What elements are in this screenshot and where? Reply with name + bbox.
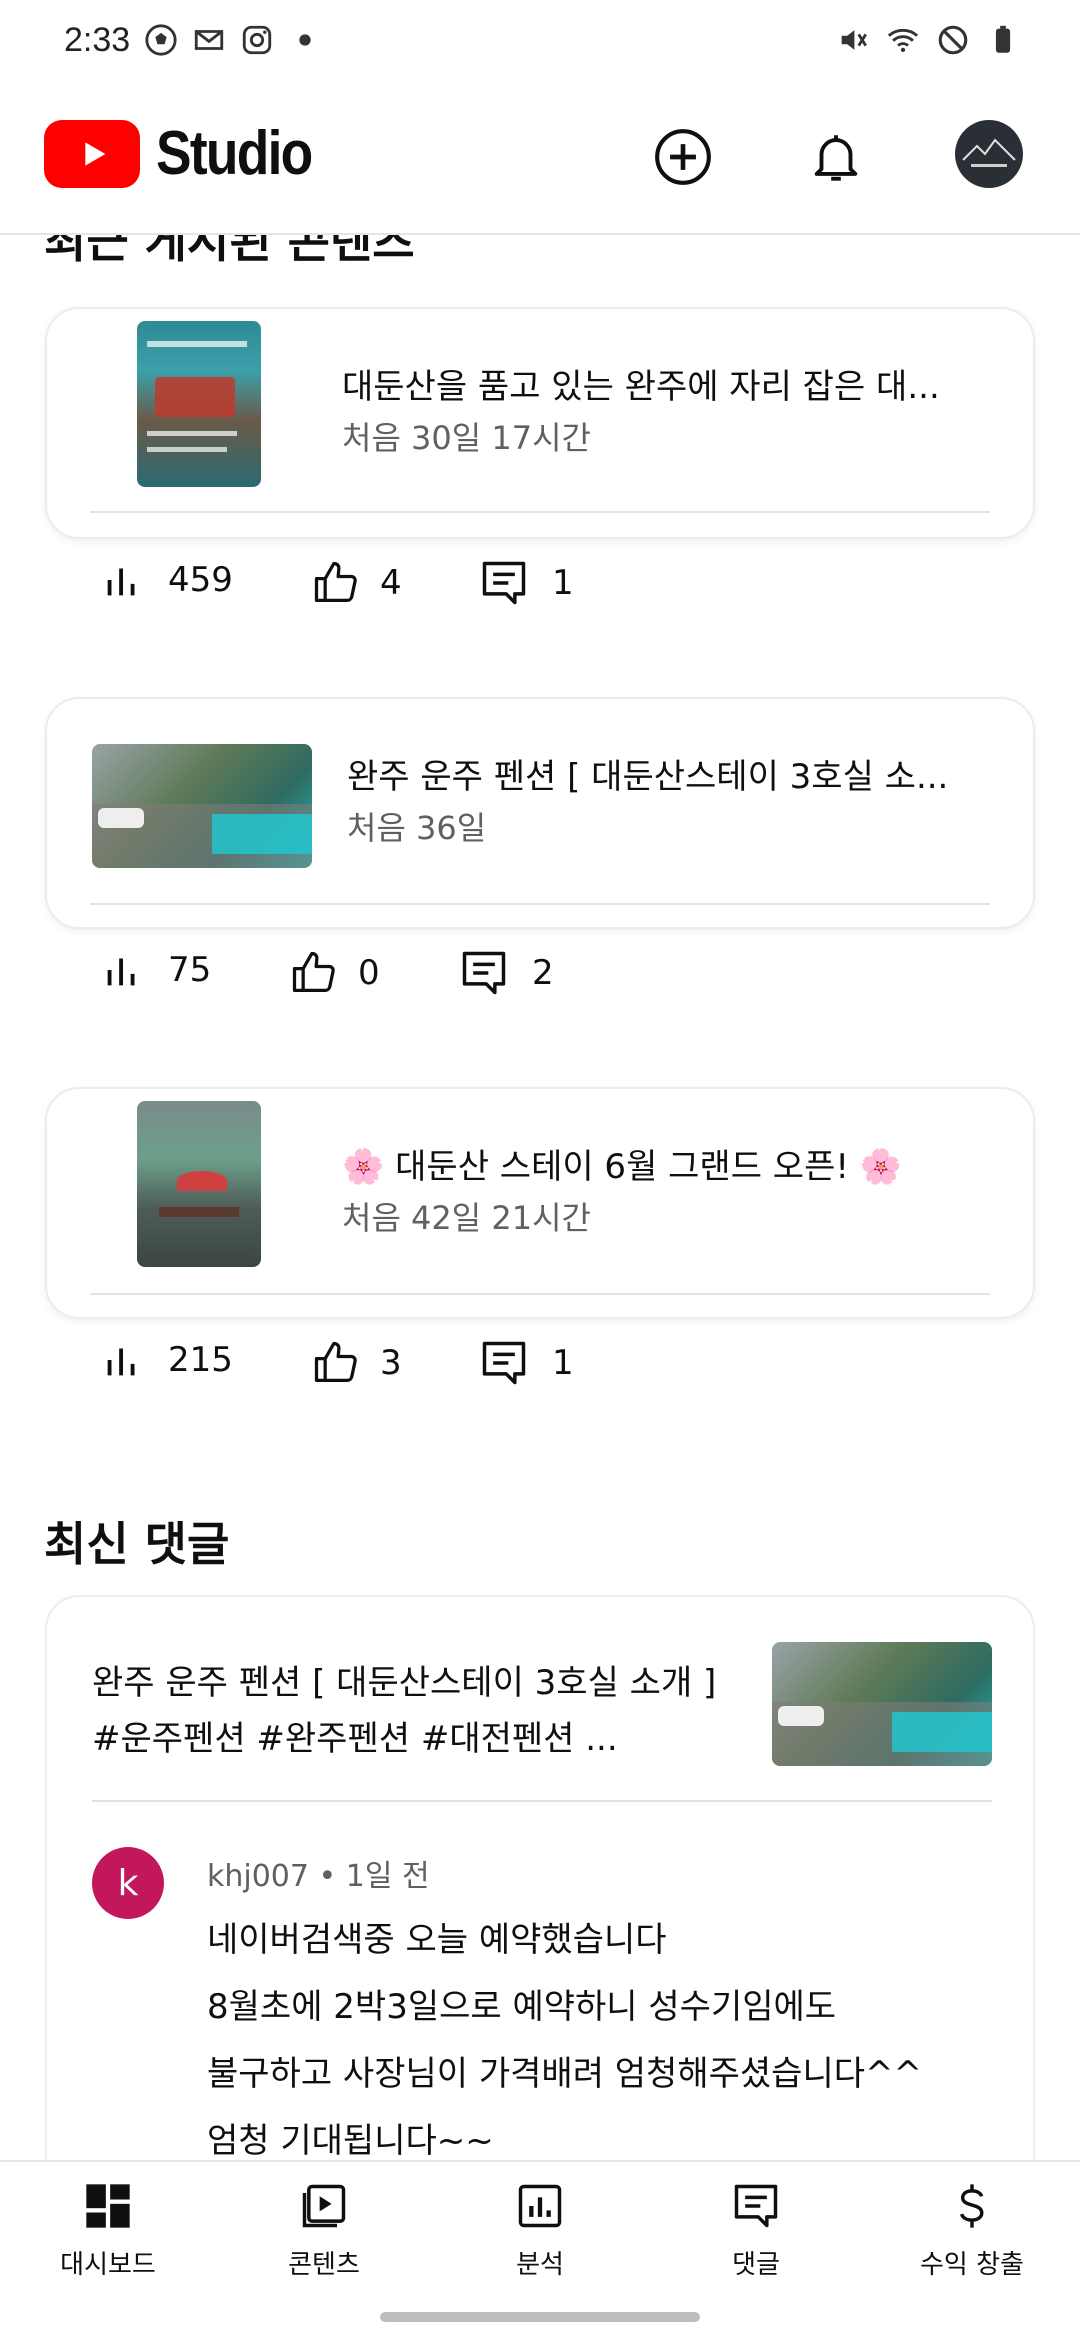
divider [90,1293,990,1295]
comment-card[interactable]: 완주 운주 펜션 [ 대둔산스테이 3호실 소개 ] #운주펜션 #완주펜션 #… [45,1595,1035,2160]
video-stats: 75 0 2 [45,927,1080,1017]
views-stat: 75 [100,947,211,993]
video-row[interactable]: 🌸 대둔산 스테이 6월 그랜드 오픈! 🌸 처음 42일 21시간 [47,1089,1033,1293]
views-stat: 215 [100,1337,233,1383]
comment-line: 네이버검색중 오늘 예약했습니다 [207,1920,667,1960]
video-card[interactable]: 대둔산을 품고 있는 완주에 자리 잡은 대... 처음 30일 17시간 [45,307,1035,539]
video-age: 처음 42일 21시간 [342,1199,591,1237]
video-title: 🌸 대둔산 스테이 6월 그랜드 오픈! 🌸 [342,1147,903,1187]
views-count: 75 [168,950,212,990]
app-header: Studio [0,80,1080,235]
latest-comments-title: 최신 댓글 [44,1517,230,1571]
mute-icon [841,30,867,50]
video-thumbnail[interactable] [92,744,312,868]
video-card[interactable]: 🌸 대둔산 스테이 6월 그랜드 오픈! 🌸 처음 42일 21시간 [45,1087,1035,1319]
thumbs-up-icon [314,1341,357,1382]
comment-video-thumbnail[interactable] [772,1642,992,1766]
dashboard-icon [86,2184,130,2228]
battery-icon [995,25,1011,53]
comment-video-title[interactable]: 완주 운주 펜션 [ 대둔산스테이 3호실 소개 ] #운주펜션 #완주펜션 #… [92,1655,752,1767]
likes-count: 0 [358,953,380,993]
video-stats: 215 3 1 [45,1317,1080,1407]
bar-chart-icon [107,1348,135,1376]
nav-label: 수익 창출 [920,2250,1024,2280]
mountain-logo-icon [962,138,1016,167]
video-row[interactable]: 완주 운주 펜션 [ 대둔산스테이 3호실 소... 처음 36일 [47,699,1033,903]
youtube-studio-logo[interactable]: Studio [44,118,337,189]
nav-content[interactable]: 콘텐츠 [234,2180,414,2281]
nav-analytics[interactable]: 분석 [450,2180,630,2281]
divider [92,1800,992,1802]
thumbs-up-icon [292,951,335,992]
video-thumbnail[interactable] [137,1101,261,1267]
wifi-icon [887,28,919,53]
comments-count: 2 [532,953,554,993]
comment-line: 8월초에 2박3일으로 예약하니 성수기임에도 [207,1987,837,2027]
video-row[interactable]: 대둔산을 품고 있는 완주에 자리 잡은 대... 처음 30일 17시간 [47,309,1033,513]
comments-count: 1 [552,563,574,603]
likes-count: 4 [380,563,402,603]
gmail-icon [195,30,224,50]
content-icon [302,2184,346,2228]
views-stat: 459 [100,557,233,603]
nav-label: 분석 [516,2250,564,2280]
video-thumbnail[interactable] [137,321,261,487]
comment-icon [462,951,506,995]
nav-comments[interactable]: 댓글 [666,2180,846,2281]
comment-line: 불구하고 사장님이 가격배려 엄청해주셨습니다^^ [207,2054,922,2094]
youtube-play-icon [44,119,140,188]
video-title: 대둔산을 품고 있는 완주에 자리 잡은 대... [342,367,940,407]
likes-stat: 0 [288,947,380,999]
likes-stat: 3 [310,1337,402,1389]
comment-icon [482,1341,526,1385]
account-avatar[interactable] [955,120,1023,188]
bar-chart-icon [107,568,135,596]
comment-line: 엄청 기대됩니다~~ [207,2121,494,2160]
notifications-button[interactable] [801,122,871,192]
divider [90,903,990,905]
nav-dashboard[interactable]: 대시보드 [18,2180,198,2281]
instagram-icon [243,25,272,55]
main-content[interactable]: 최근 게시된 콘텐츠 대둔산을 품고 있는 완주에 자리 잡은 대... 처음 … [0,235,1080,2160]
brand-name: Studio [156,119,313,188]
do-not-disturb-icon [938,25,968,55]
thumbs-up-icon [314,561,357,602]
bell-icon [814,135,858,181]
gesture-bar[interactable] [380,2312,700,2322]
nav-label: 댓글 [732,2250,780,2280]
comment-icon [482,561,526,605]
nav-monetization[interactable]: 수익 창출 [882,2180,1062,2281]
divider [90,511,990,513]
video-stats: 459 4 1 [45,537,1080,627]
create-button[interactable] [648,122,718,192]
add-circle-icon [655,129,711,185]
likes-count: 3 [380,1343,402,1383]
recent-content-title: 최근 게시된 콘텐츠 [44,235,415,268]
comments-stat: 1 [478,557,574,609]
comment-text: 네이버검색중 오늘 예약했습니다 8월초에 2박3일으로 예약하니 성수기임에도… [207,1907,1007,2160]
analytics-icon [518,2184,562,2228]
bar-chart-icon [107,958,135,986]
status-bar: 2:33 [0,0,1080,80]
comments-icon [734,2184,778,2228]
bottom-navigation: 대시보드 콘텐츠 분석 댓글 수익 창출 [0,2160,1080,2340]
monetization-icon [959,2184,984,2228]
views-count: 215 [168,1340,233,1380]
likes-stat: 4 [310,557,402,609]
video-age: 처음 30일 17시간 [342,419,591,457]
comments-stat: 1 [478,1337,574,1389]
views-count: 459 [168,560,233,600]
nav-label: 콘텐츠 [288,2250,360,2280]
comments-count: 1 [552,1343,574,1383]
status-time: 2:33 [64,20,131,59]
commenter-avatar[interactable]: k [92,1847,164,1919]
comment-meta: khj007 • 1일 전 [207,1859,430,1894]
dot-icon [299,34,311,46]
video-card[interactable]: 완주 운주 펜션 [ 대둔산스테이 3호실 소... 처음 36일 [45,697,1035,929]
video-title: 완주 운주 펜션 [ 대둔산스테이 3호실 소... [347,757,949,797]
video-age: 처음 36일 [347,809,487,847]
nav-label: 대시보드 [60,2250,156,2280]
soccer-ball-icon [145,24,177,56]
comments-stat: 2 [458,947,554,999]
